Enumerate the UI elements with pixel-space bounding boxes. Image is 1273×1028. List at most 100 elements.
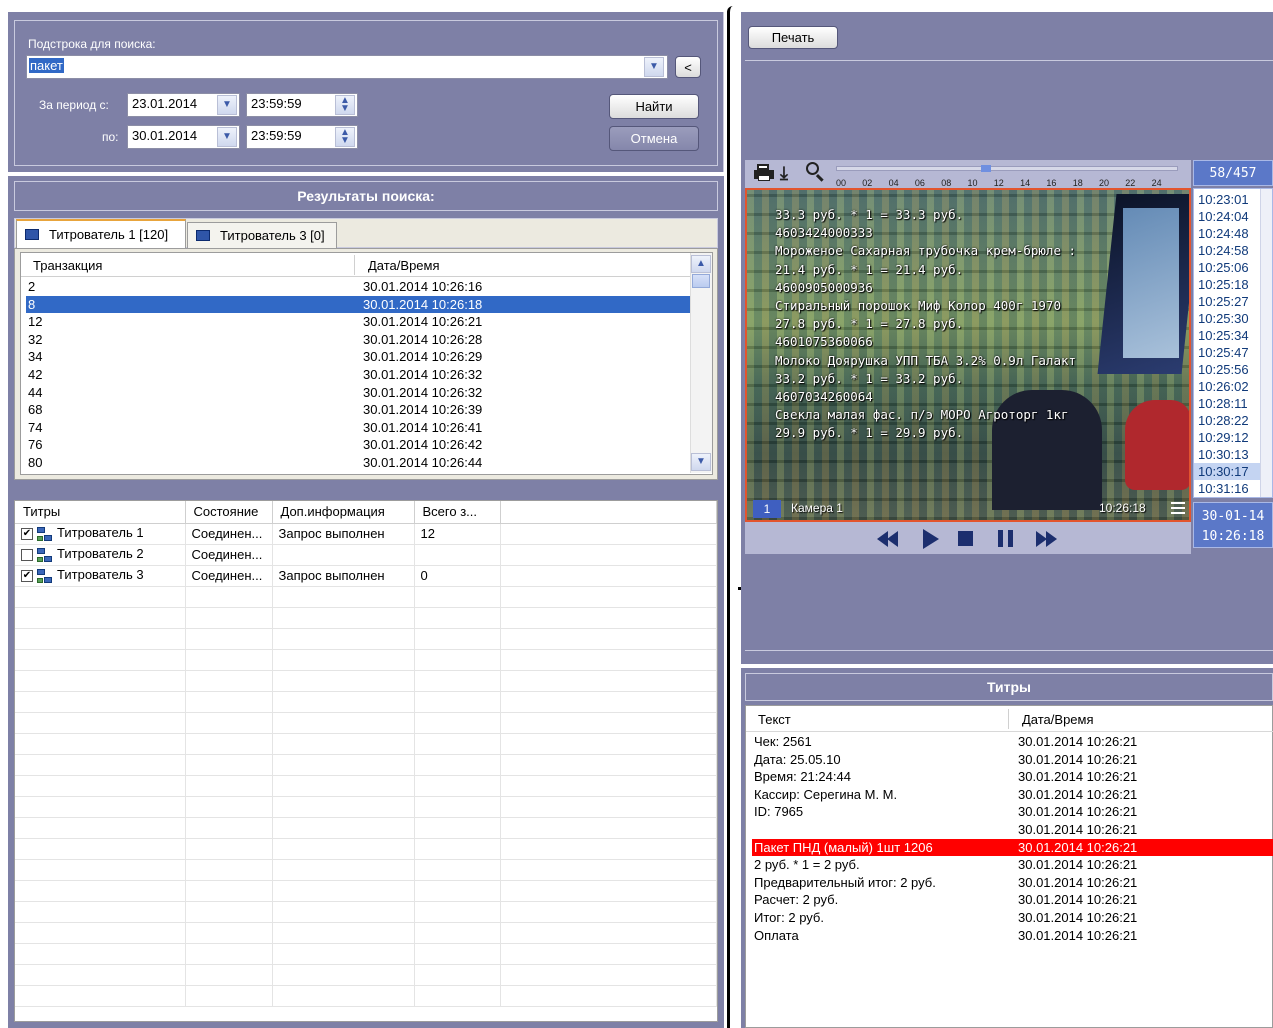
timestamp-item[interactable]: 10:24:58 (1194, 242, 1260, 259)
from-date-dropdown[interactable]: ▼ (217, 95, 237, 115)
title-row[interactable]: 2 руб. * 1 = 2 руб. 30.01.2014 10:26:21 (752, 856, 1273, 874)
table-row[interactable]: 32 30.01.2014 10:26:28 (26, 331, 690, 349)
tab-titrator-3[interactable]: Титрователь 3 [0] (187, 222, 337, 248)
title-row[interactable]: ID: 7965 30.01.2014 10:26:21 (752, 803, 1273, 821)
table-row[interactable]: 74 30.01.2014 10:26:41 (26, 419, 690, 437)
timestamp-item[interactable]: 10:25:27 (1194, 293, 1260, 310)
title-row[interactable]: Кассир: Серегина М. М. 30.01.2014 10:26:2… (752, 786, 1273, 804)
timestamp-item[interactable]: 10:28:22 (1194, 412, 1260, 429)
rewind-icon[interactable] (877, 531, 899, 547)
col-titles[interactable]: Титры (15, 501, 186, 524)
empty-row (15, 649, 717, 671)
timestamp-item[interactable]: 10:25:47 (1194, 344, 1260, 361)
table-row[interactable]: 34 30.01.2014 10:26:29 (26, 348, 690, 366)
title-row[interactable]: Чек: 2561 30.01.2014 10:26:21 (752, 733, 1273, 751)
stop-icon[interactable] (958, 531, 973, 546)
from-time-spinner[interactable]: ▲ ▼ (335, 95, 355, 115)
timestamps-scrollbar[interactable] (1260, 189, 1272, 497)
timestamp-item[interactable]: 10:25:30 (1194, 310, 1260, 327)
menu-icon[interactable] (1171, 502, 1185, 514)
table-row[interactable]: 42 30.01.2014 10:26:32 (26, 366, 690, 384)
timestamp-item[interactable]: 10:24:04 (1194, 208, 1260, 225)
timestamp-item[interactable]: 10:31:16 (1194, 480, 1260, 497)
titrator-row[interactable]: ✔ Титрователь 1 Соединен... Запрос выполнен… (15, 523, 717, 545)
printer-icon[interactable] (754, 164, 774, 182)
title-row[interactable]: Пакет ПНД (малый) 1шт 1206 30.01.2014 10:… (752, 838, 1273, 857)
timeline[interactable]: 00 02 04 06 08 10 12 14 16 18 20 22 24 (836, 163, 1178, 188)
player-top-frame (745, 60, 1273, 158)
chevron-up-icon: ▲ (696, 258, 706, 269)
titrator-row[interactable]: Титрователь 2 Соединен... (15, 544, 717, 566)
timestamp-item[interactable]: 10:25:06 (1194, 259, 1260, 276)
timestamp-item[interactable]: 10:26:02 (1194, 378, 1260, 395)
timestamp-item[interactable]: 10:29:12 (1194, 429, 1260, 446)
col-total[interactable]: Всего з... (414, 501, 501, 524)
timestamp-item[interactable]: 10:23:01 (1194, 191, 1260, 208)
search-input[interactable]: пакет (26, 55, 668, 79)
find-button[interactable]: Найти (609, 94, 699, 119)
title-row[interactable]: Расчет: 2 руб. 30.01.2014 10:26:21 (752, 891, 1273, 909)
titrator-checkbox[interactable]: ✔ (21, 528, 33, 541)
title-row[interactable]: Время: 21:24:44 30.01.2014 10:26:21 (752, 768, 1273, 786)
timestamp-item[interactable]: 10:28:11 (1194, 395, 1260, 412)
timestamp-item[interactable]: 10:25:18 (1194, 276, 1260, 293)
title-row[interactable]: Итог: 2 руб. 30.01.2014 10:26:21 (752, 909, 1273, 927)
col-transaction[interactable]: Транзакция (33, 258, 102, 273)
timestamps-list[interactable]: 10:23:01 10:24:04 10:24:48 10:24:58 10:25:06… (1193, 188, 1273, 498)
title-row[interactable]: 30.01.2014 10:26:21 (752, 821, 1273, 839)
col-text[interactable]: Текст (758, 712, 791, 727)
titrator-empty (500, 565, 717, 587)
panel-divider[interactable] (727, 6, 735, 1028)
timestamp-item[interactable]: 10:25:34 (1194, 327, 1260, 344)
print-button[interactable]: Печать (748, 26, 838, 49)
title-text: Итог: 2 руб. (754, 909, 824, 925)
timeline-marker[interactable] (981, 165, 991, 172)
title-row[interactable]: Оплата 30.01.2014 10:26:21 (752, 927, 1273, 945)
table-row[interactable]: 12 30.01.2014 10:26:21 (26, 313, 690, 331)
fast-forward-icon[interactable] (1036, 531, 1058, 547)
camera-name: Камера 1 (791, 501, 843, 515)
col-dt[interactable]: Дата/Время (1022, 712, 1094, 727)
scroll-thumb[interactable] (692, 274, 710, 288)
empty-row (15, 712, 717, 734)
back-button[interactable]: < (675, 56, 701, 78)
title-row[interactable]: Предварительный итог: 2 руб. 30.01.2014 1… (752, 874, 1273, 892)
timestamp-item[interactable]: 10:24:48 (1194, 225, 1260, 242)
table-row[interactable]: 80 30.01.2014 10:26:44 (26, 454, 690, 472)
search-history-dropdown[interactable]: ▼ (644, 57, 664, 77)
table-row[interactable]: 8 30.01.2014 10:26:18 (26, 295, 690, 314)
to-time-spinner[interactable]: ▲ ▼ (335, 127, 355, 147)
scroll-down-button[interactable]: ▼ (691, 453, 711, 471)
timestamp-item[interactable]: 10:25:56 (1194, 361, 1260, 378)
cancel-button[interactable]: Отмена (609, 126, 699, 151)
zoom-icon[interactable] (806, 162, 826, 182)
timeline-tick: 04 (888, 178, 899, 188)
table-row[interactable]: 2 30.01.2014 10:26:16 (26, 278, 690, 296)
titrator-total: 12 (414, 523, 501, 545)
timestamp-item[interactable]: 10:30:13 (1194, 446, 1260, 463)
empty-row (15, 964, 717, 986)
titrator-checkbox[interactable] (21, 549, 33, 562)
table-row[interactable]: 44 30.01.2014 10:26:32 (26, 384, 690, 402)
overlay-line: Молоко Доярушка УПП ТБА 3.2% 0.9л Галакт (775, 352, 1077, 368)
download-icon[interactable]: ⤓ (780, 164, 798, 182)
empty-row (15, 691, 717, 713)
tab-titrator-1[interactable]: Титрователь 1 [120] (16, 219, 186, 248)
title-text: ID: 7965 (754, 804, 804, 820)
play-icon[interactable] (923, 529, 939, 549)
scroll-up-button[interactable]: ▲ (691, 255, 711, 273)
to-date-dropdown[interactable]: ▼ (217, 127, 237, 147)
col-state[interactable]: Состояние (185, 501, 273, 524)
chevron-down-icon: ▼ (649, 61, 659, 72)
table-row[interactable]: 68 30.01.2014 10:26:39 (26, 401, 690, 419)
titrator-row[interactable]: ✔ Титрователь 3 Соединен... Запрос выполнен… (15, 565, 717, 587)
titles-header: Титры (745, 673, 1273, 701)
pause-icon[interactable] (998, 530, 1014, 547)
col-datetime[interactable]: Дата/Время (368, 258, 440, 273)
timestamp-item[interactable]: 10:30:17 (1194, 463, 1260, 480)
title-row[interactable]: Дата: 25.05.10 30.01.2014 10:26:21 (752, 751, 1273, 769)
titrator-checkbox[interactable]: ✔ (21, 570, 33, 583)
col-info[interactable]: Доп.информация (272, 501, 415, 524)
title-datetime: 30.01.2014 10:26:21 (1018, 804, 1138, 820)
table-row[interactable]: 76 30.01.2014 10:26:42 (26, 436, 690, 454)
